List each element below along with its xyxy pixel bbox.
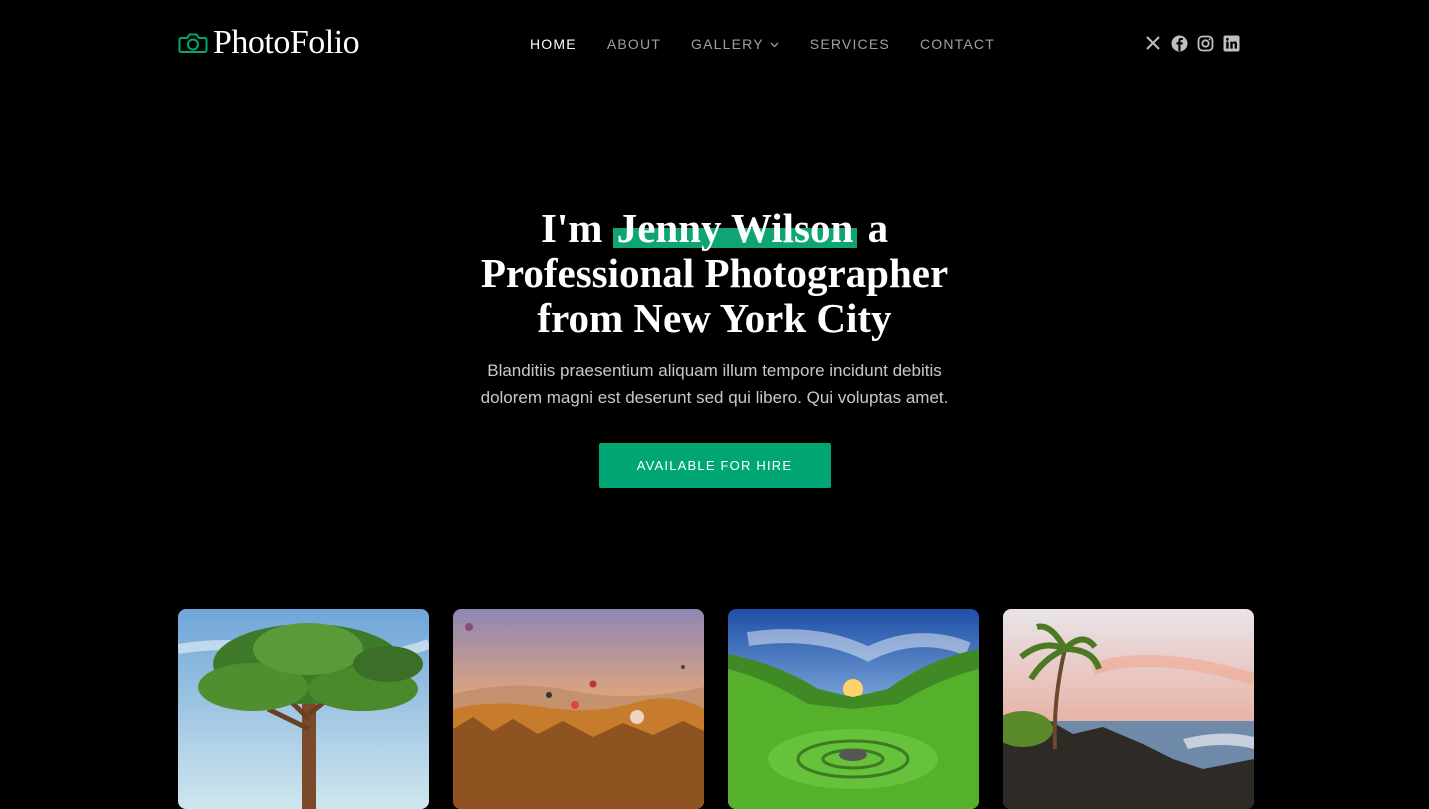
instagram-icon[interactable] [1196,34,1214,52]
hero-title-line2: Professional Photographer [480,250,949,296]
linkedin-icon[interactable] [1222,34,1240,52]
valley-sunset-photo[interactable] [728,609,979,809]
brand-name: PhotoFolio [213,24,360,61]
tree-photo[interactable] [178,609,429,809]
social-links [1144,34,1248,52]
nav-services[interactable]: SERVICES [810,36,890,52]
nav-home[interactable]: HOME [530,36,577,52]
facebook-icon[interactable] [1170,34,1188,52]
site-header: PhotoFolio HOME ABOUT GALLERY SERVICES C… [0,0,1429,86]
brand-logo[interactable]: PhotoFolio [178,22,360,64]
palm-beach-photo[interactable] [1003,609,1254,809]
hero-subtitle: Blanditiis praesentium aliquam illum tem… [480,361,949,407]
hero-title: I'm Jenny Wilson a Professional Photogra… [0,206,1429,341]
nav-gallery[interactable]: GALLERY [691,36,780,52]
x-icon[interactable] [1144,34,1162,52]
hero-section: I'm Jenny Wilson a Professional Photogra… [0,206,1429,488]
hero-title-prefix: I'm [540,205,613,251]
hire-button[interactable]: AVAILABLE FOR HIRE [598,443,831,488]
hero-name-highlight: Jenny Wilson [612,206,858,251]
hero-title-line3: from New York City [537,295,892,341]
chevron-down-icon [769,39,780,50]
camera-icon [178,31,208,55]
balloons-photo[interactable] [453,609,704,809]
nav-about[interactable]: ABOUT [607,36,661,52]
main-nav: HOME ABOUT GALLERY SERVICES CONTACT [530,34,1025,54]
nav-contact[interactable]: CONTACT [920,36,995,52]
nav-gallery-label: GALLERY [691,36,764,52]
gallery-preview [178,609,1254,809]
hero-title-suffix: a [857,205,889,251]
